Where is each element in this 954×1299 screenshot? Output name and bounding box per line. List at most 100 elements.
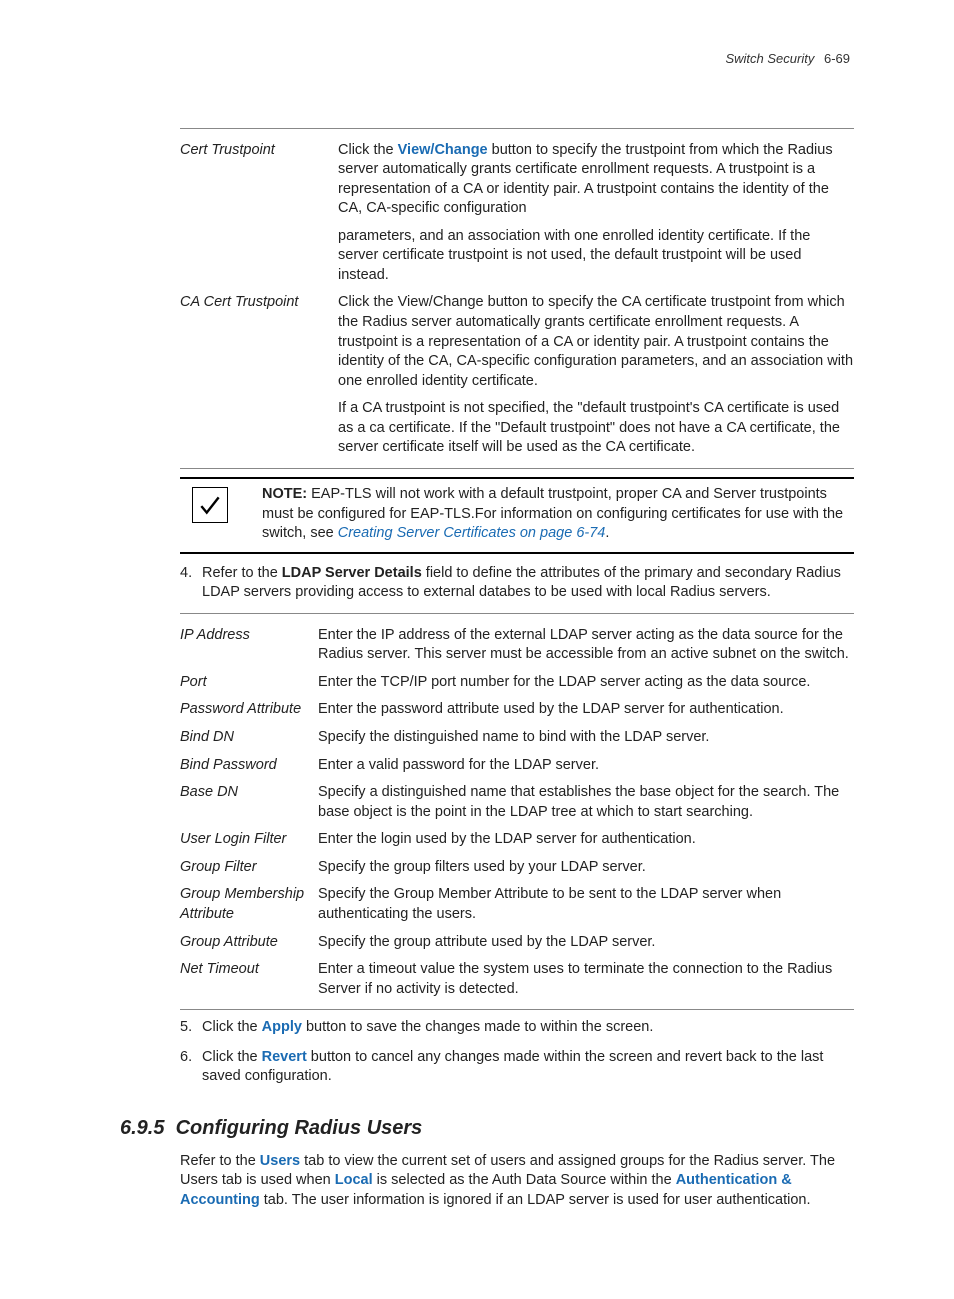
ldap-server-details-label: LDAP Server Details bbox=[282, 565, 422, 581]
paragraph: Enter the IP address of the external LDA… bbox=[318, 626, 854, 665]
definition-row: IP AddressEnter the IP address of the ex… bbox=[180, 622, 854, 669]
text-run: If a CA trustpoint is not specified, the… bbox=[338, 400, 840, 455]
note-link[interactable]: Creating Server Certificates on page 6-7… bbox=[338, 525, 606, 541]
revert-button-label: Revert bbox=[262, 1049, 307, 1065]
definition-term: Group Membership Attribute bbox=[180, 881, 318, 928]
section-heading: 6.9.5 Configuring Radius Users bbox=[120, 1115, 854, 1142]
definition-term: User Login Filter bbox=[180, 826, 318, 854]
definition-description: Specify the Group Member Attribute to be… bbox=[318, 881, 854, 928]
divider bbox=[180, 613, 854, 614]
step-text: Refer to the LDAP Server Details field t… bbox=[202, 564, 854, 603]
inline-link[interactable]: View/Change bbox=[398, 142, 488, 158]
step-number: 5. bbox=[180, 1018, 202, 1038]
definition-term: Cert Trustpoint bbox=[180, 137, 338, 290]
text-run: Refer to the bbox=[180, 1153, 260, 1169]
section-body-text: Refer to the Users tab to view the curre… bbox=[180, 1152, 854, 1211]
definition-term: Group Filter bbox=[180, 854, 318, 882]
paragraph: Click the View/Change button to specify … bbox=[338, 293, 854, 391]
step-5: 5. Click the Apply button to save the ch… bbox=[180, 1018, 854, 1038]
paragraph: Enter the password attribute used by the… bbox=[318, 700, 854, 720]
section-body: Refer to the Users tab to view the curre… bbox=[180, 1152, 854, 1211]
step-number: 4. bbox=[180, 564, 202, 603]
text-run: Click the View/Change button to specify … bbox=[338, 294, 853, 388]
step-list-1: 4. Refer to the LDAP Server Details fiel… bbox=[180, 564, 854, 603]
text-run: tab. The user information is ignored if … bbox=[260, 1192, 811, 1208]
paragraph: Enter a timeout value the system uses to… bbox=[318, 960, 854, 999]
divider bbox=[180, 1009, 854, 1010]
divider bbox=[180, 468, 854, 469]
definition-description: Specify the group filters used by your L… bbox=[318, 854, 854, 882]
definition-row: Password AttributeEnter the password att… bbox=[180, 696, 854, 724]
main-content: Cert TrustpointClick the View/Change but… bbox=[180, 128, 854, 1211]
definition-row: Cert TrustpointClick the View/Change but… bbox=[180, 137, 854, 290]
note-block: NOTE: EAP-TLS will not work with a defau… bbox=[180, 477, 854, 554]
definition-description: Specify the distinguished name to bind w… bbox=[318, 724, 854, 752]
paragraph: Enter the login used by the LDAP server … bbox=[318, 830, 854, 850]
paragraph: Click the View/Change button to specify … bbox=[338, 141, 854, 219]
definition-term: Base DN bbox=[180, 779, 318, 826]
definition-row: PortEnter the TCP/IP port number for the… bbox=[180, 669, 854, 697]
paragraph: Specify the Group Member Attribute to be… bbox=[318, 885, 854, 924]
note-text: NOTE: EAP-TLS will not work with a defau… bbox=[244, 485, 854, 544]
definition-description: Enter a valid password for the LDAP serv… bbox=[318, 752, 854, 780]
definition-description: Enter the TCP/IP port number for the LDA… bbox=[318, 669, 854, 697]
definition-term: Bind DN bbox=[180, 724, 318, 752]
definition-description: Specify a distinguished name that establ… bbox=[318, 779, 854, 826]
note-body-post: . bbox=[605, 525, 609, 541]
inline-link[interactable]: Local bbox=[335, 1172, 373, 1188]
definition-row: User Login FilterEnter the login used by… bbox=[180, 826, 854, 854]
paragraph: Enter the TCP/IP port number for the LDA… bbox=[318, 673, 854, 693]
definition-term: Net Timeout bbox=[180, 956, 318, 1003]
divider bbox=[180, 128, 854, 129]
inline-link[interactable]: Users bbox=[260, 1153, 300, 1169]
definition-row: Group AttributeSpecify the group attribu… bbox=[180, 929, 854, 957]
apply-button-label: Apply bbox=[262, 1019, 302, 1035]
definition-term: Port bbox=[180, 669, 318, 697]
definition-description: Specify the group attribute used by the … bbox=[318, 929, 854, 957]
page-number: 6-69 bbox=[824, 51, 850, 66]
definition-row: CA Cert TrustpointClick the View/Change … bbox=[180, 289, 854, 462]
paragraph: Specify the group filters used by your L… bbox=[318, 858, 854, 878]
section-title: Configuring Radius Users bbox=[176, 1117, 423, 1139]
page-header: Switch Security 6-69 bbox=[120, 50, 854, 68]
checkmark-icon bbox=[192, 487, 228, 523]
definition-term: Group Attribute bbox=[180, 929, 318, 957]
definition-row: Group FilterSpecify the group filters us… bbox=[180, 854, 854, 882]
definition-description: Enter a timeout value the system uses to… bbox=[318, 956, 854, 1003]
paragraph: If a CA trustpoint is not specified, the… bbox=[338, 399, 854, 458]
definition-description: Click the View/Change button to specify … bbox=[338, 289, 854, 462]
paragraph: Enter a valid password for the LDAP serv… bbox=[318, 756, 854, 776]
step-text: Click the Revert button to cancel any ch… bbox=[202, 1048, 854, 1087]
definition-description: Click the View/Change button to specify … bbox=[338, 137, 854, 290]
definition-description: Enter the password attribute used by the… bbox=[318, 696, 854, 724]
definition-row: Net TimeoutEnter a timeout value the sys… bbox=[180, 956, 854, 1003]
section-number: 6.9.5 bbox=[120, 1117, 164, 1139]
definition-description: Enter the IP address of the external LDA… bbox=[318, 622, 854, 669]
definition-term: Bind Password bbox=[180, 752, 318, 780]
step-6: 6. Click the Revert button to cancel any… bbox=[180, 1048, 854, 1087]
text-run: parameters, and an association with one … bbox=[338, 228, 810, 283]
definition-term: CA Cert Trustpoint bbox=[180, 289, 338, 462]
paragraph: Specify a distinguished name that establ… bbox=[318, 783, 854, 822]
text-run: Click the bbox=[338, 142, 398, 158]
paragraph: Specify the group attribute used by the … bbox=[318, 933, 854, 953]
step-number: 6. bbox=[180, 1048, 202, 1087]
ldap-field-definitions: IP AddressEnter the IP address of the ex… bbox=[180, 622, 854, 1003]
step-4: 4. Refer to the LDAP Server Details fiel… bbox=[180, 564, 854, 603]
note-label: NOTE: bbox=[262, 486, 307, 502]
note-icon-wrap bbox=[180, 485, 244, 523]
definition-description: Enter the login used by the LDAP server … bbox=[318, 826, 854, 854]
definition-row: Group Membership AttributeSpecify the Gr… bbox=[180, 881, 854, 928]
text-run: is selected as the Auth Data Source with… bbox=[373, 1172, 676, 1188]
definition-row: Base DNSpecify a distinguished name that… bbox=[180, 779, 854, 826]
definition-term: Password Attribute bbox=[180, 696, 318, 724]
definition-row: Bind DNSpecify the distinguished name to… bbox=[180, 724, 854, 752]
definition-row: Bind PasswordEnter a valid password for … bbox=[180, 752, 854, 780]
trustpoint-definitions: Cert TrustpointClick the View/Change but… bbox=[180, 137, 854, 462]
paragraph: Specify the distinguished name to bind w… bbox=[318, 728, 854, 748]
definition-term: IP Address bbox=[180, 622, 318, 669]
chapter-name: Switch Security bbox=[725, 51, 814, 66]
step-text: Click the Apply button to save the chang… bbox=[202, 1018, 854, 1038]
paragraph: parameters, and an association with one … bbox=[338, 227, 854, 286]
step-list-2: 5. Click the Apply button to save the ch… bbox=[180, 1018, 854, 1087]
